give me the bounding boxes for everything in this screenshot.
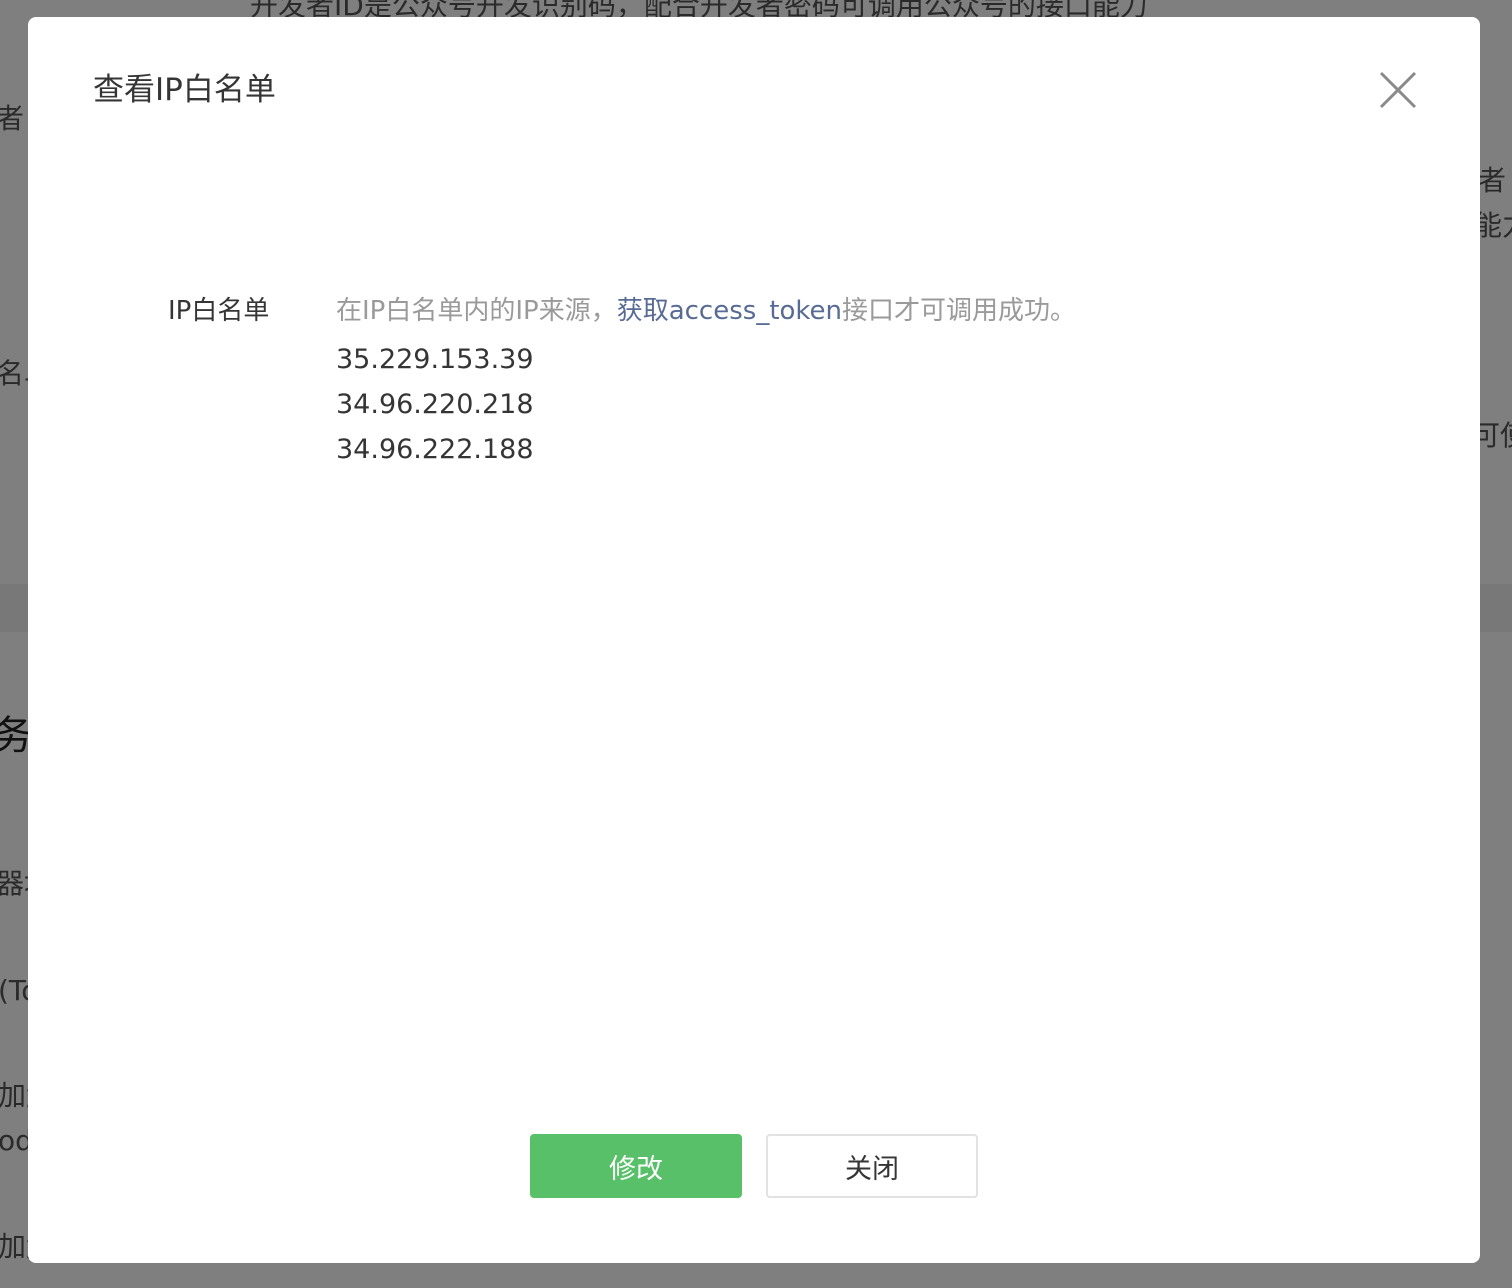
ip-address: 34.96.222.188	[336, 433, 534, 465]
ip-list: 35.229.153.39 34.96.220.218 34.96.222.18…	[336, 337, 1076, 472]
ip-address: 34.96.220.218	[336, 388, 534, 420]
close-icon[interactable]	[1378, 70, 1418, 110]
ip-whitelist-dialog: 查看IP白名单 IP白名单 在IP白名单内的IP来源，获取access_toke…	[28, 17, 1480, 1263]
tip-text-before: 在IP白名单内的IP来源，	[336, 296, 617, 326]
tip-text-after: 接口才可调用成功。	[842, 296, 1077, 326]
dialog-title: 查看IP白名单	[93, 72, 276, 108]
close-button[interactable]: 关闭	[766, 1134, 978, 1198]
ip-address: 35.229.153.39	[336, 343, 534, 375]
ip-whitelist-label: IP白名单	[168, 296, 270, 326]
access-token-link[interactable]: 获取access_token	[617, 296, 842, 326]
ip-whitelist-tip: 在IP白名单内的IP来源，获取access_token接口才可调用成功。	[336, 295, 1076, 329]
ip-whitelist-field: 在IP白名单内的IP来源，获取access_token接口才可调用成功。 35.…	[336, 295, 1076, 472]
modify-button[interactable]: 修改	[530, 1134, 742, 1198]
